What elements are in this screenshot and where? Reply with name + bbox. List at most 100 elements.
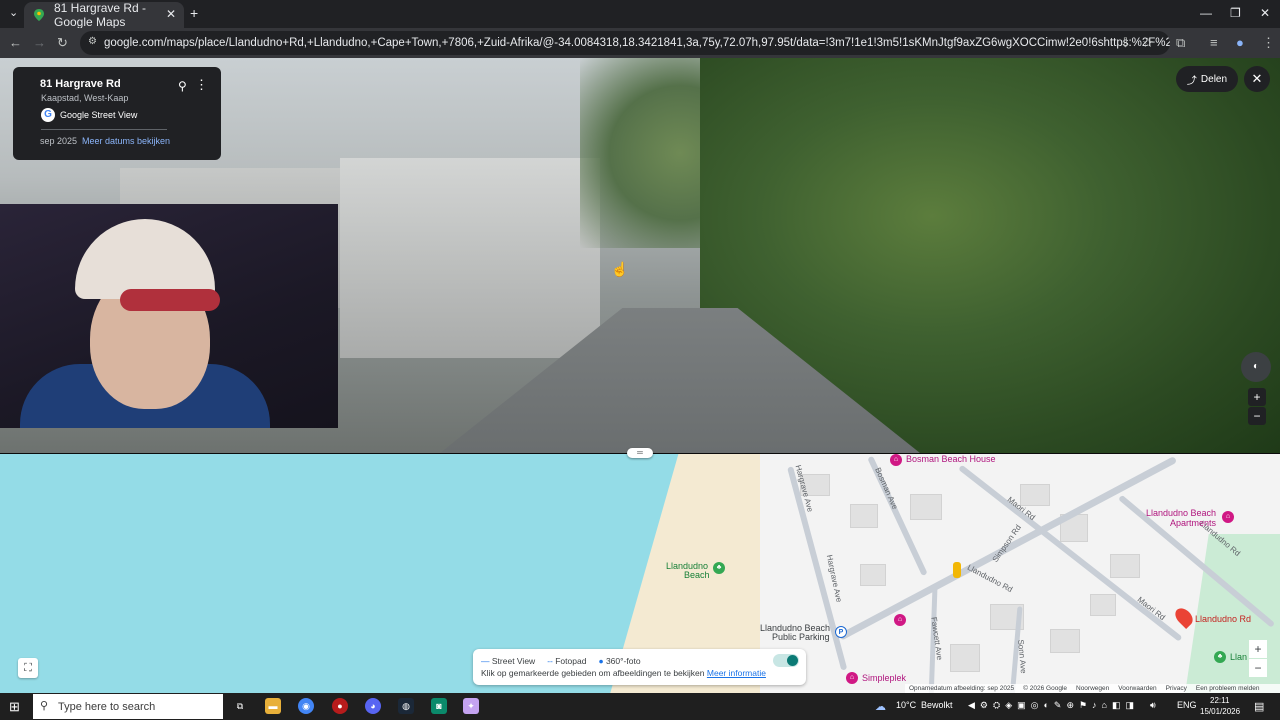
more-options-icon[interactable]: ⋮ [195,77,208,93]
share-button[interactable]: ⤴ Delen [1176,66,1238,92]
tab-title: 81 Hargrave Rd - Google Maps [54,1,147,29]
windows-start-icon[interactable]: ⊞ [9,699,20,715]
sv-zoom-in-button[interactable]: + [1248,388,1266,406]
address-url: google.com/maps/place/Llandudno+Rd,+Llan… [104,37,1170,49]
location-pin-icon[interactable]: ⚲ [178,79,187,93]
more-info-link[interactable]: Meer informatie [707,668,766,678]
tray-icons[interactable]: ◀⚙⛭◈▣◎◐✎⊕⚑♪⌂◧◨ [968,700,1139,711]
speaker-icon[interactable]: 🔊︎ [1150,700,1156,711]
sv-zoom-out-button[interactable]: − [1248,407,1266,425]
fullscreen-icon[interactable]: ⛶ [18,658,38,678]
taskbar-search-placeholder: Type here to search [58,700,156,713]
street-view-legend: — Street View -- Fotopad ● 360°-foto Kli… [473,649,806,685]
more-dates-link[interactable]: Meer datums bekijken [82,136,170,146]
steam-icon[interactable]: ◍ [398,698,414,714]
google-logo-icon: G [41,108,55,122]
hotel-poi-icon[interactable]: ⌂ [1222,511,1234,523]
poi-cut-off[interactable]: Llan [1230,652,1247,662]
hotel-poi-icon[interactable]: ⌂ [890,454,902,466]
browser-toolbar: ← → ↻ ⚙ google.com/maps/place/Llandudno+… [0,28,1280,58]
share-icon: ⤴ [1186,75,1197,87]
sv-source: Google Street View [60,110,138,120]
poi-llandudno-rd[interactable]: Llandudno Rd [1195,614,1251,624]
browser-menu-icon[interactable]: ⋮ [1262,36,1275,50]
task-view-icon[interactable]: ⧉ [232,698,248,714]
clock-time[interactable]: 22:11 [1210,696,1229,705]
sv-date: sep 2025 [40,136,78,146]
file-explorer-icon[interactable]: ▬ [265,698,281,714]
back-icon[interactable]: ← [9,36,22,50]
poi-apartments-line2[interactable]: Apartments [1170,518,1216,528]
install-app-icon[interactable]: ⇩ [1120,36,1131,50]
webcam-overlay [0,204,338,428]
site-info-icon[interactable]: ⚙ [88,36,97,47]
bookmark-star-icon[interactable]: ☆ [1142,36,1154,50]
map-building [1020,484,1050,506]
media-control-icon[interactable]: ≡ [1210,36,1218,50]
notifications-icon[interactable]: ▤ [1254,700,1264,713]
legend-hint: Klik op gemarkeerde gebieden om afbeeldi… [481,668,705,678]
map-zoom-out-button[interactable]: − [1249,659,1267,677]
clock-date[interactable]: 15/01/2026 [1200,707,1240,716]
forward-icon[interactable]: → [33,36,46,50]
poi-parking-line2[interactable]: Public Parking [772,632,830,642]
tab-search-icon[interactable]: ⌄ [9,6,18,19]
park-poi-icon[interactable]: ♣ [1214,651,1226,663]
beach-poi-icon[interactable]: ♣ [713,562,725,574]
legend-street-view: — Street View [481,656,536,666]
browser-tab-strip: ⌄ 81 Hargrave Rd - Google Maps ✕ + — ❐ ✕ [0,0,1280,29]
map-building [860,564,886,586]
pegman-icon[interactable] [953,562,961,578]
window-close-icon[interactable]: ✕ [1260,6,1270,20]
webcam-cap-brim [120,289,220,311]
street-view-layer-toggle[interactable] [773,654,799,667]
map-zoom-in-button[interactable]: + [1249,640,1267,658]
app-green-icon[interactable]: ◙ [431,698,447,714]
chrome-icon[interactable]: ◉ [298,698,314,714]
address-bar[interactable]: ⚙ google.com/maps/place/Llandudno+Rd,+Ll… [80,31,1170,55]
weather-temp[interactable]: 10°C [896,700,916,710]
poi-bosman-beach-house[interactable]: Bosman Beach House [906,454,996,464]
poi-beach-line2[interactable]: Beach [684,570,710,580]
search-icon: ⚲ [40,700,49,712]
map-building [910,494,942,520]
share-label: Delen [1200,73,1228,85]
sv-address: 81 Hargrave Rd [40,78,121,90]
poi-apartments-line1[interactable]: Llandudno Beach [1146,508,1216,518]
minimize-icon[interactable]: — [1200,6,1212,20]
extensions-icon[interactable]: ⧉ [1176,36,1185,50]
sv-city: Kaapstad, West-Kaap [41,93,129,103]
legend-360: ● 360°-foto [598,656,641,666]
weather-desc[interactable]: Bewolkt [921,700,953,710]
tab-google-maps[interactable]: 81 Hargrave Rd - Google Maps ✕ [24,1,184,29]
map-building [950,644,980,672]
map-building [1110,554,1140,578]
taskbar-search-box[interactable]: ⚲ Type here to search [33,694,223,719]
parking-icon[interactable]: P [835,626,847,638]
maps-favicon-icon [34,9,44,21]
weather-cloud-icon[interactable]: ☁ [875,700,886,713]
compass-icon[interactable]: ◐ [1241,352,1271,382]
language-indicator[interactable]: ENG [1177,700,1197,710]
close-street-view-button[interactable]: ✕ [1244,66,1270,92]
discord-icon[interactable]: ◕ [365,698,381,714]
app-red-icon[interactable]: ● [332,698,348,714]
reload-icon[interactable]: ↻ [57,36,68,50]
hotel-poi-icon[interactable]: ⌂ [894,614,906,626]
windows-taskbar: ⊞ ⚲ Type here to search ⧉ ▬ ◉ ● ◕ ◍ ◙ ✦ … [0,693,1280,720]
panorama-house [340,158,600,358]
hotel-poi-icon[interactable]: ⌂ [846,672,858,684]
card-divider [41,129,167,130]
app-purple-icon[interactable]: ✦ [463,698,479,714]
webcam-cap [75,219,215,299]
map-building [1050,629,1080,653]
pane-resize-handle[interactable]: ═ [627,448,653,458]
profile-icon[interactable]: ● [1236,36,1244,50]
map-building [1090,594,1116,616]
restore-icon[interactable]: ❐ [1230,6,1241,20]
tab-close-icon[interactable]: ✕ [166,7,176,21]
poi-simpleplek[interactable]: Simpleplek [862,673,906,683]
legend-photo-path: -- Fotopad [547,656,587,666]
map-building [850,504,878,528]
new-tab-icon[interactable]: + [190,5,198,21]
